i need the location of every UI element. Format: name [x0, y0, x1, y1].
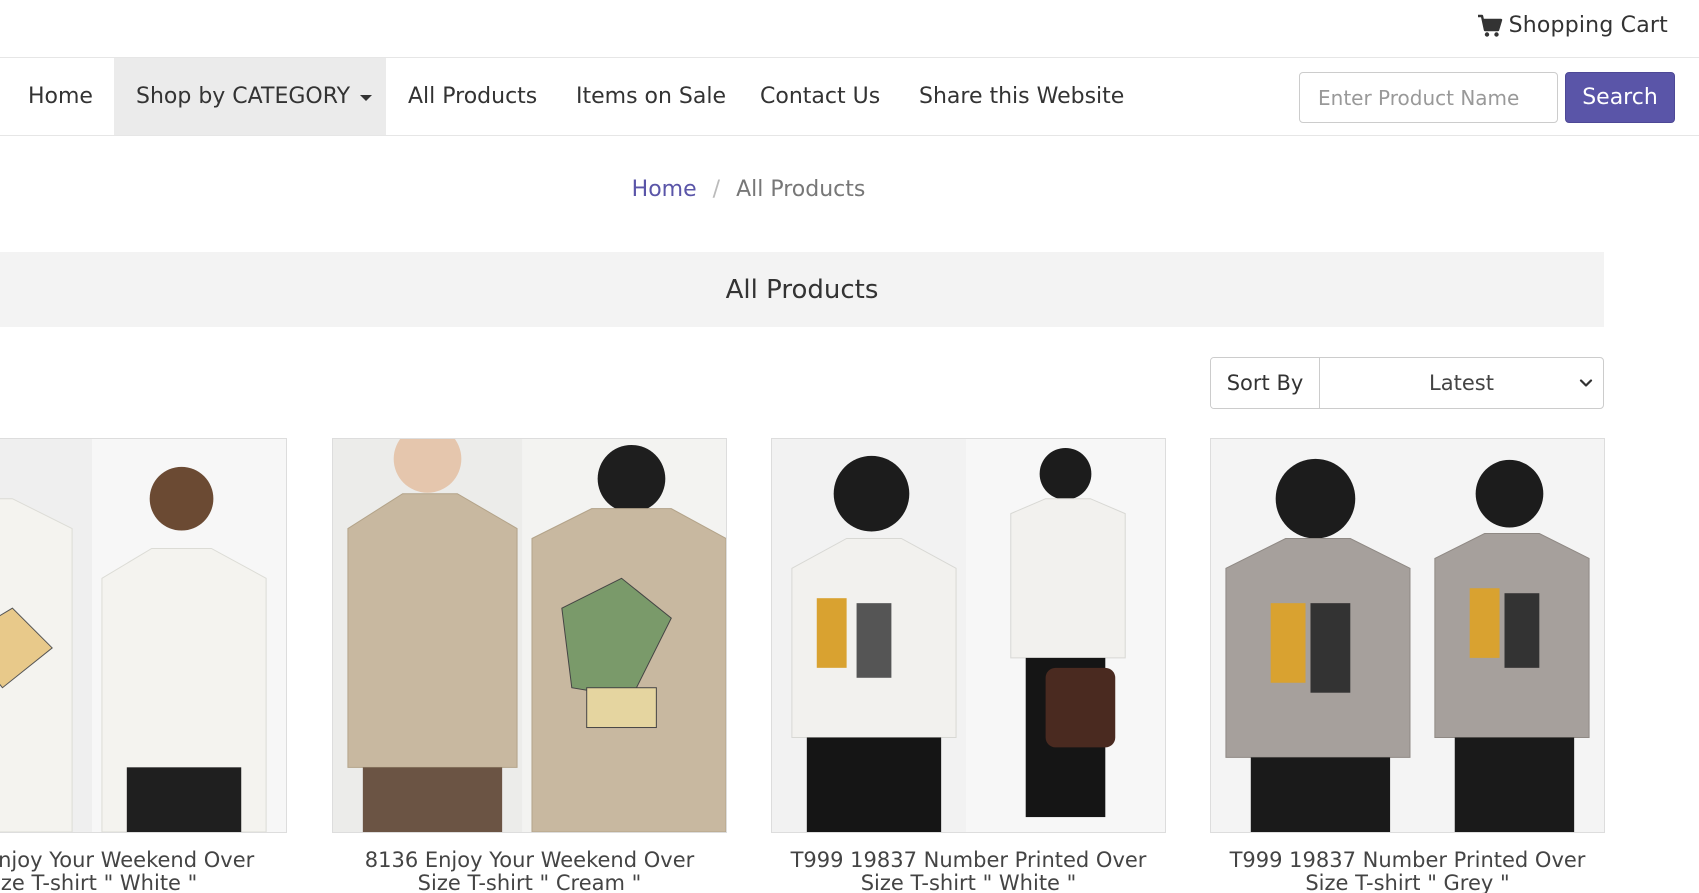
product-image[interactable] — [1210, 438, 1605, 833]
product-card[interactable]: 8136 Enjoy Your Weekend Over Size T-shir… — [0, 438, 287, 893]
sort-by-select[interactable]: Latest — [1320, 358, 1603, 408]
sort-by-selected-value: Latest — [1429, 371, 1494, 395]
sort-by-label: Sort By — [1211, 358, 1320, 408]
nav-home[interactable]: Home — [0, 58, 116, 135]
nav-share-website[interactable]: Share this Website — [919, 58, 1124, 135]
nav-share-website-label: Share this Website — [919, 84, 1125, 109]
product-title[interactable]: 8136 Enjoy Your Weekend Over Size T-shir… — [0, 849, 287, 893]
nav-items-on-sale[interactable]: Items on Sale — [576, 58, 726, 135]
tshirt-photo-icon — [1211, 439, 1604, 832]
top-bar: Shopping Cart — [0, 0, 1699, 58]
chevron-down-icon — [1579, 379, 1593, 387]
breadcrumb: Home / All Products — [0, 177, 1497, 202]
nav-all-products[interactable]: All Products — [408, 58, 537, 135]
breadcrumb-home-link[interactable]: Home — [632, 177, 697, 202]
tshirt-photo-icon — [772, 439, 1165, 832]
product-card[interactable]: 8136 Enjoy Your Weekend Over Size T-shir… — [332, 438, 727, 893]
shopping-cart-label: Shopping Cart — [1508, 13, 1668, 38]
main-navbar: Home Shop by CATEGORY All Products Items… — [0, 58, 1699, 136]
product-title[interactable]: 8136 Enjoy Your Weekend Over Size T-shir… — [332, 849, 727, 893]
product-image[interactable] — [771, 438, 1166, 833]
product-title[interactable]: T999 19837 Number Printed Over Size T-sh… — [771, 849, 1166, 893]
product-search-input[interactable] — [1299, 72, 1558, 123]
tshirt-photo-icon — [333, 439, 726, 832]
product-card[interactable]: T999 19837 Number Printed Over Size T-sh… — [1210, 438, 1605, 893]
product-card[interactable]: T999 19837 Number Printed Over Size T-sh… — [771, 438, 1166, 893]
page-title: All Products — [725, 274, 879, 305]
dropdown-caret-icon — [360, 94, 373, 101]
nav-home-label: Home — [28, 84, 93, 109]
shopping-cart-link[interactable]: Shopping Cart — [1477, 13, 1668, 38]
nav-contact-us-label: Contact Us — [760, 84, 881, 109]
product-title[interactable]: T999 19837 Number Printed Over Size T-sh… — [1210, 849, 1605, 893]
breadcrumb-current: All Products — [736, 177, 866, 202]
page: Shopping Cart Home Shop by CATEGORY All … — [0, 0, 1699, 893]
nav-contact-us[interactable]: Contact Us — [760, 58, 880, 135]
page-heading-panel: All Products — [0, 252, 1604, 327]
product-image[interactable] — [0, 438, 287, 833]
nav-shop-by-category[interactable]: Shop by CATEGORY — [114, 58, 386, 135]
breadcrumb-separator: / — [712, 177, 721, 202]
tshirt-photo-icon — [0, 439, 286, 832]
shopping-cart-icon — [1477, 14, 1502, 37]
product-image[interactable] — [332, 438, 727, 833]
sort-control: Sort By Latest — [1210, 357, 1604, 409]
nav-all-products-label: All Products — [408, 84, 538, 109]
search-button[interactable]: Search — [1565, 72, 1675, 123]
nav-shop-by-category-label: Shop by CATEGORY — [136, 84, 351, 109]
nav-items-on-sale-label: Items on Sale — [576, 84, 727, 109]
